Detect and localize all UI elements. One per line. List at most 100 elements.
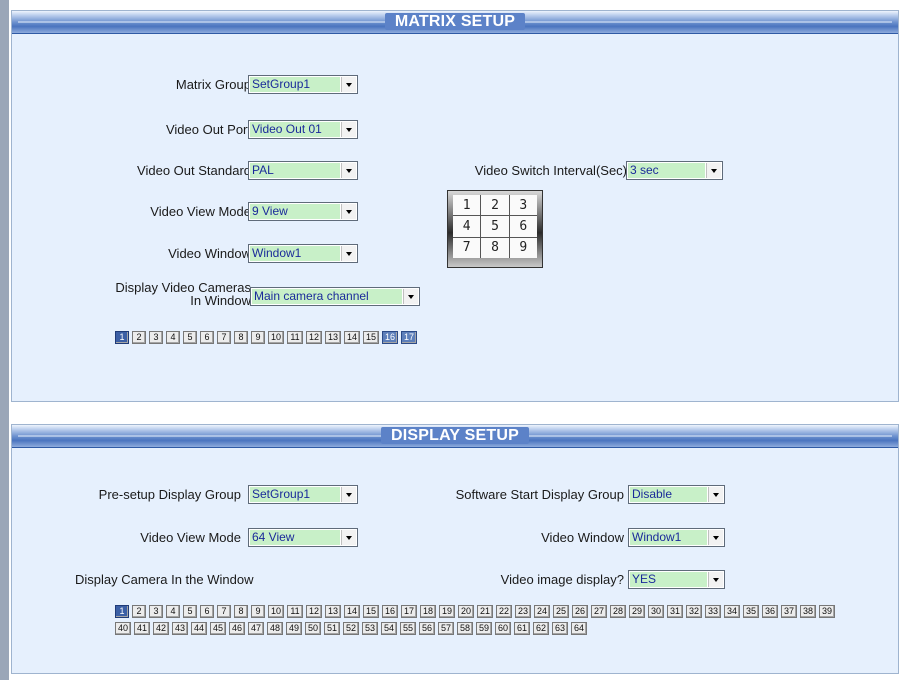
channel-button-35[interactable]: 35 xyxy=(743,605,759,618)
channel-button-42[interactable]: 42 xyxy=(153,622,169,635)
channel-button-36[interactable]: 36 xyxy=(762,605,778,618)
chevron-down-icon[interactable] xyxy=(341,487,356,502)
channel-button-38[interactable]: 38 xyxy=(800,605,816,618)
channel-button-60[interactable]: 60 xyxy=(495,622,511,635)
chevron-down-icon[interactable] xyxy=(341,530,356,545)
channel-button-7[interactable]: 7 xyxy=(217,331,231,344)
channel-button-45[interactable]: 45 xyxy=(210,622,226,635)
channel-button-64[interactable]: 64 xyxy=(571,622,587,635)
video-window-select[interactable]: Window1 xyxy=(248,244,358,263)
channel-button-25[interactable]: 25 xyxy=(553,605,569,618)
channel-button-3[interactable]: 3 xyxy=(149,331,163,344)
channel-button-17[interactable]: 17 xyxy=(401,331,417,344)
channel-button-12[interactable]: 12 xyxy=(306,331,322,344)
chevron-down-icon[interactable] xyxy=(708,487,723,502)
channel-button-31[interactable]: 31 xyxy=(667,605,683,618)
channel-button-2[interactable]: 2 xyxy=(132,605,146,618)
chevron-down-icon[interactable] xyxy=(341,122,356,137)
channel-button-15[interactable]: 15 xyxy=(363,331,379,344)
chevron-down-icon[interactable] xyxy=(341,204,356,219)
channel-button-8[interactable]: 8 xyxy=(234,605,248,618)
channel-button-46[interactable]: 46 xyxy=(229,622,245,635)
video-out-port-select[interactable]: Video Out 01 xyxy=(248,120,358,139)
channel-button-47[interactable]: 47 xyxy=(248,622,264,635)
chevron-down-icon[interactable] xyxy=(341,77,356,92)
video-image-display-select[interactable]: YES xyxy=(628,570,725,589)
channel-button-27[interactable]: 27 xyxy=(591,605,607,618)
channel-button-30[interactable]: 30 xyxy=(648,605,664,618)
display-video-view-mode-select[interactable]: 64 View xyxy=(248,528,358,547)
channel-button-34[interactable]: 34 xyxy=(724,605,740,618)
channel-button-17[interactable]: 17 xyxy=(401,605,417,618)
channel-button-5[interactable]: 5 xyxy=(183,605,197,618)
matrix-group-select[interactable]: SetGroup1 xyxy=(248,75,358,94)
video-view-mode-select[interactable]: 9 View xyxy=(248,202,358,221)
software-start-display-group-select[interactable]: Disable xyxy=(628,485,725,504)
channel-button-51[interactable]: 51 xyxy=(324,622,340,635)
channel-button-11[interactable]: 11 xyxy=(287,605,303,618)
channel-button-3[interactable]: 3 xyxy=(149,605,163,618)
chevron-down-icon[interactable] xyxy=(708,530,723,545)
channel-button-63[interactable]: 63 xyxy=(552,622,568,635)
channel-button-14[interactable]: 14 xyxy=(344,331,360,344)
channel-button-56[interactable]: 56 xyxy=(419,622,435,635)
channel-button-1[interactable]: 1 xyxy=(115,605,129,618)
chevron-down-icon[interactable] xyxy=(708,572,723,587)
chevron-down-icon[interactable] xyxy=(403,289,418,304)
channel-button-44[interactable]: 44 xyxy=(191,622,207,635)
chevron-down-icon[interactable] xyxy=(341,246,356,261)
channel-button-16[interactable]: 16 xyxy=(382,605,398,618)
channel-button-6[interactable]: 6 xyxy=(200,605,214,618)
chevron-down-icon[interactable] xyxy=(706,163,721,178)
channel-button-7[interactable]: 7 xyxy=(217,605,231,618)
channel-button-14[interactable]: 14 xyxy=(344,605,360,618)
channel-button-57[interactable]: 57 xyxy=(438,622,454,635)
chevron-down-icon[interactable] xyxy=(341,163,356,178)
channel-button-19[interactable]: 19 xyxy=(439,605,455,618)
channel-button-52[interactable]: 52 xyxy=(343,622,359,635)
video-switch-interval-select[interactable]: 3 sec xyxy=(626,161,723,180)
channel-button-22[interactable]: 22 xyxy=(496,605,512,618)
channel-button-13[interactable]: 13 xyxy=(325,605,341,618)
channel-button-43[interactable]: 43 xyxy=(172,622,188,635)
channel-button-21[interactable]: 21 xyxy=(477,605,493,618)
display-video-cameras-select[interactable]: Main camera channel xyxy=(250,287,420,306)
channel-button-15[interactable]: 15 xyxy=(363,605,379,618)
channel-button-23[interactable]: 23 xyxy=(515,605,531,618)
channel-button-9[interactable]: 9 xyxy=(251,331,265,344)
channel-button-10[interactable]: 10 xyxy=(268,331,284,344)
channel-button-11[interactable]: 11 xyxy=(287,331,303,344)
channel-button-62[interactable]: 62 xyxy=(533,622,549,635)
channel-button-13[interactable]: 13 xyxy=(325,331,341,344)
channel-button-58[interactable]: 58 xyxy=(457,622,473,635)
channel-button-37[interactable]: 37 xyxy=(781,605,797,618)
channel-button-6[interactable]: 6 xyxy=(200,331,214,344)
channel-button-55[interactable]: 55 xyxy=(400,622,416,635)
channel-button-18[interactable]: 18 xyxy=(420,605,436,618)
channel-button-28[interactable]: 28 xyxy=(610,605,626,618)
channel-button-1[interactable]: 1 xyxy=(115,331,129,344)
channel-button-26[interactable]: 26 xyxy=(572,605,588,618)
channel-button-5[interactable]: 5 xyxy=(183,331,197,344)
channel-button-33[interactable]: 33 xyxy=(705,605,721,618)
channel-button-9[interactable]: 9 xyxy=(251,605,265,618)
channel-button-40[interactable]: 40 xyxy=(115,622,131,635)
channel-button-59[interactable]: 59 xyxy=(476,622,492,635)
channel-button-2[interactable]: 2 xyxy=(132,331,146,344)
channel-button-48[interactable]: 48 xyxy=(267,622,283,635)
channel-button-50[interactable]: 50 xyxy=(305,622,321,635)
video-out-standard-select[interactable]: PAL xyxy=(248,161,358,180)
channel-button-61[interactable]: 61 xyxy=(514,622,530,635)
channel-button-41[interactable]: 41 xyxy=(134,622,150,635)
channel-button-32[interactable]: 32 xyxy=(686,605,702,618)
channel-button-53[interactable]: 53 xyxy=(362,622,378,635)
channel-button-49[interactable]: 49 xyxy=(286,622,302,635)
channel-button-4[interactable]: 4 xyxy=(166,605,180,618)
channel-button-54[interactable]: 54 xyxy=(381,622,397,635)
channel-button-12[interactable]: 12 xyxy=(306,605,322,618)
presetup-display-group-select[interactable]: SetGroup1 xyxy=(248,485,358,504)
channel-button-16[interactable]: 16 xyxy=(382,331,398,344)
channel-button-4[interactable]: 4 xyxy=(166,331,180,344)
channel-button-24[interactable]: 24 xyxy=(534,605,550,618)
channel-button-29[interactable]: 29 xyxy=(629,605,645,618)
